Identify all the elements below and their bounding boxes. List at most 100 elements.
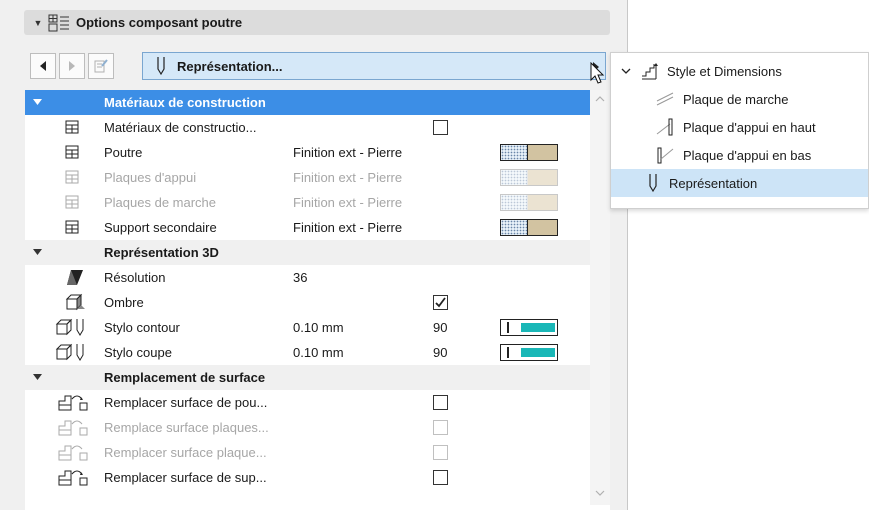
table-row[interactable]: Matériaux de constructio... bbox=[25, 115, 590, 140]
group-title: Représentation 3D bbox=[104, 245, 219, 260]
material-value[interactable]: Finition ext - Pierre bbox=[293, 220, 402, 235]
chevron-down-icon[interactable] bbox=[595, 488, 605, 498]
grid-settings-icon bbox=[48, 14, 69, 31]
triangle-down-icon bbox=[33, 249, 42, 255]
menu-item-top-support-plate[interactable]: Plaque d'appui en haut bbox=[611, 113, 868, 141]
pen-size-value[interactable]: 0.10 mm bbox=[293, 345, 344, 360]
pen-icon bbox=[157, 57, 165, 76]
menu-item-tread-plate[interactable]: Plaque de marche bbox=[611, 85, 868, 113]
material-swatch bbox=[500, 194, 558, 211]
representation-popup-menu: Style et Dimensions Plaque de marche Pla… bbox=[610, 52, 869, 209]
material-swatch bbox=[500, 169, 558, 186]
material-grid-icon bbox=[65, 220, 79, 234]
row-name: Remplacer surface de sup... bbox=[104, 470, 267, 485]
group-surface-override[interactable]: Remplacement de surface bbox=[25, 365, 590, 390]
menu-item-bottom-support-plate[interactable]: Plaque d'appui en bas bbox=[611, 141, 868, 169]
row-name: Remplacer surface de pou... bbox=[104, 395, 268, 410]
table-row[interactable]: Remplacer surface de sup... bbox=[25, 465, 590, 490]
material-value: Finition ext - Pierre bbox=[293, 195, 403, 210]
chevron-down-icon bbox=[621, 68, 631, 74]
checkbox[interactable] bbox=[433, 395, 448, 410]
triangle-left-icon bbox=[40, 61, 46, 71]
material-grid-icon bbox=[65, 145, 79, 159]
group-title: Matériaux de construction bbox=[104, 95, 266, 110]
surface-override-icon bbox=[58, 445, 88, 461]
table-row: Plaques d'appui Finition ext - Pierre bbox=[25, 165, 590, 190]
row-name: Support secondaire bbox=[104, 220, 217, 235]
checkbox[interactable] bbox=[433, 470, 448, 485]
row-name: Remplacer surface plaque... bbox=[104, 445, 267, 460]
stair-dimensions-icon bbox=[642, 63, 658, 80]
pen-number[interactable]: 90 bbox=[433, 320, 447, 335]
navigation-toolbar bbox=[30, 52, 117, 80]
row-name: Stylo coupe bbox=[104, 345, 172, 360]
row-name: Stylo contour bbox=[104, 320, 180, 335]
group-title: Remplacement de surface bbox=[104, 370, 266, 385]
collapse-triangle-icon[interactable]: ▼ bbox=[28, 18, 48, 28]
table-row: Plaques de marche Finition ext - Pierre bbox=[25, 190, 590, 215]
resolution-icon bbox=[67, 270, 83, 285]
next-button[interactable] bbox=[59, 53, 85, 79]
chevron-up-icon[interactable] bbox=[595, 94, 605, 104]
material-grid-icon bbox=[65, 170, 79, 184]
checkbox bbox=[433, 445, 448, 460]
menu-item-label: Plaque d'appui en haut bbox=[683, 120, 816, 135]
material-value: Finition ext - Pierre bbox=[293, 170, 403, 185]
row-name: Matériaux de constructio... bbox=[104, 120, 257, 135]
shadow-checkbox[interactable] bbox=[433, 295, 448, 310]
group-representation-3d[interactable]: Représentation 3D bbox=[25, 240, 590, 265]
previous-button[interactable] bbox=[30, 53, 56, 79]
group-materials[interactable]: Matériaux de construction bbox=[25, 90, 590, 115]
panel-header[interactable]: ▼ Options composant poutre bbox=[24, 10, 610, 35]
checkbox bbox=[433, 420, 448, 435]
surface-override-icon bbox=[58, 420, 88, 436]
beam-component-options-panel: ▼ Options composant poutre Représentatio… bbox=[0, 0, 628, 510]
menu-item-label: Plaque de marche bbox=[683, 92, 789, 107]
mouse-cursor-icon bbox=[590, 62, 605, 84]
table-row[interactable]: Résolution 36 bbox=[25, 265, 590, 290]
menu-item-label: Style et Dimensions bbox=[667, 64, 782, 79]
row-name: Résolution bbox=[104, 270, 166, 285]
vertical-scrollbar[interactable] bbox=[590, 90, 610, 505]
row-name: Ombre bbox=[104, 295, 144, 310]
menu-item-representation[interactable]: Représentation bbox=[611, 169, 868, 197]
table-row[interactable]: Ombre bbox=[25, 290, 590, 315]
pen-size-value[interactable]: 0.10 mm bbox=[293, 320, 344, 335]
edit-button[interactable] bbox=[88, 53, 114, 79]
row-name: Plaques de marche bbox=[104, 195, 217, 210]
bottom-support-plate-icon bbox=[657, 147, 674, 164]
table-row[interactable]: Support secondaire Finition ext - Pierre bbox=[25, 215, 590, 240]
surface-override-icon bbox=[58, 395, 88, 411]
representation-dropdown[interactable]: Représentation... bbox=[142, 52, 606, 80]
checkmark-icon bbox=[435, 297, 446, 308]
resolution-value[interactable]: 36 bbox=[293, 270, 307, 285]
edit-document-icon bbox=[94, 59, 108, 73]
table-row[interactable]: Poutre Finition ext - Pierre bbox=[25, 140, 590, 165]
pen-number[interactable]: 90 bbox=[433, 345, 447, 360]
triangle-down-icon bbox=[33, 99, 42, 105]
material-swatch[interactable] bbox=[500, 219, 558, 236]
table-row: Remplace surface plaques... bbox=[25, 415, 590, 440]
material-swatch[interactable] bbox=[500, 144, 558, 161]
menu-item-label: Plaque d'appui en bas bbox=[683, 148, 812, 163]
menu-item-style-dimensions[interactable]: Style et Dimensions bbox=[611, 57, 868, 85]
material-grid-icon bbox=[65, 120, 79, 134]
representation-label: Représentation... bbox=[177, 58, 283, 74]
triangle-down-icon bbox=[33, 374, 42, 380]
material-value[interactable]: Finition ext - Pierre bbox=[293, 145, 402, 160]
row-name: Plaques d'appui bbox=[104, 170, 197, 185]
pen-color-swatch[interactable] bbox=[500, 319, 558, 336]
panel-title: Options composant poutre bbox=[76, 15, 243, 30]
shadow-cube-icon bbox=[65, 293, 85, 311]
table-row: Remplacer surface plaque... bbox=[25, 440, 590, 465]
settings-table: Matériaux de construction Matériaux de c… bbox=[25, 90, 610, 510]
contour-pen-icon bbox=[55, 318, 84, 336]
table-row[interactable]: Stylo coupe 0.10 mm 90 bbox=[25, 340, 590, 365]
material-grid-icon bbox=[65, 195, 79, 209]
row-name: Poutre bbox=[104, 145, 143, 160]
checkbox[interactable] bbox=[433, 120, 448, 135]
table-row[interactable]: Remplacer surface de pou... bbox=[25, 390, 590, 415]
triangle-right-icon bbox=[69, 61, 75, 71]
pen-color-swatch[interactable] bbox=[500, 344, 558, 361]
table-row[interactable]: Stylo contour 0.10 mm 90 bbox=[25, 315, 590, 340]
